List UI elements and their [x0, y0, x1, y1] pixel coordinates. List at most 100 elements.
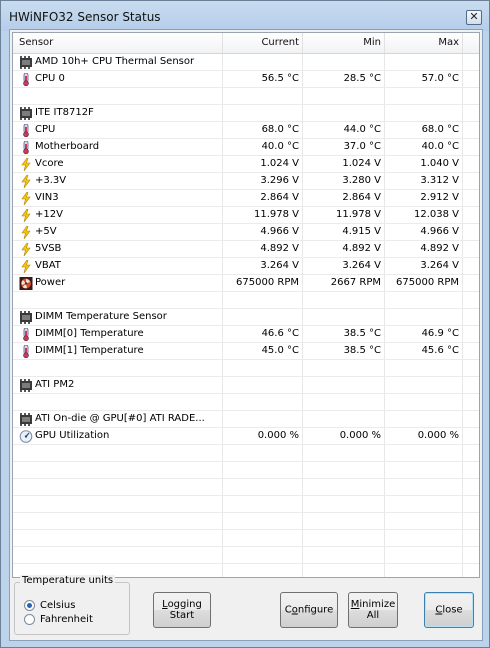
min-value-cell: 3.280 V [303, 173, 385, 189]
filler-cell [463, 190, 479, 206]
min-value-cell [303, 88, 385, 104]
empty-cell [385, 564, 463, 577]
configure-button[interactable]: Configure [280, 592, 338, 628]
blank-row[interactable] [13, 292, 479, 309]
max-value-cell [385, 377, 463, 393]
window-title: HWiNFO32 Sensor Status [9, 10, 161, 24]
filler-cell [463, 377, 479, 393]
column-header-sensor[interactable]: Sensor [13, 33, 223, 53]
current-value-cell: 4.892 V [223, 241, 303, 257]
current-value-cell: 40.0 °C [223, 139, 303, 155]
sensor-name-cell [13, 360, 223, 376]
filler-cell [463, 411, 479, 427]
sensor-name-cell: CPU 0 [13, 71, 223, 87]
sensor-row[interactable]: VIN3 2.864 V 2.864 V 2.912 V [13, 190, 479, 207]
current-value-cell: 68.0 °C [223, 122, 303, 138]
empty-cell [303, 462, 385, 478]
current-value-cell: 1.024 V [223, 156, 303, 172]
sensor-row[interactable]: Power 675000 RPM 2667 RPM 675000 RPM [13, 275, 479, 292]
empty-cell [223, 513, 303, 529]
sensor-name-cell: DIMM[1] Temperature [13, 343, 223, 359]
empty-cell [463, 513, 479, 529]
close-button[interactable]: Close [424, 592, 474, 628]
fahrenheit-radio[interactable] [24, 614, 35, 625]
blank-row[interactable] [13, 88, 479, 105]
min-value-cell: 3.264 V [303, 258, 385, 274]
sensor-row[interactable]: GPU Utilization 0.000 % 0.000 % 0.000 % [13, 428, 479, 445]
empty-cell [303, 496, 385, 512]
min-value-cell: 4.892 V [303, 241, 385, 257]
sensor-group-row[interactable]: AMD 10h+ CPU Thermal Sensor [13, 54, 479, 71]
min-value-cell: 2667 RPM [303, 275, 385, 291]
min-value-cell: 1.024 V [303, 156, 385, 172]
column-header-current[interactable]: Current [223, 33, 303, 53]
celsius-radio[interactable] [24, 600, 35, 611]
sensor-row[interactable]: CPU 0 56.5 °C 28.5 °C 57.0 °C [13, 71, 479, 88]
sensor-name-cell: +3.3V [13, 173, 223, 189]
sensor-row[interactable]: +5V 4.966 V 4.915 V 4.966 V [13, 224, 479, 241]
max-value-cell [385, 105, 463, 121]
filler-cell [463, 71, 479, 87]
filler-cell [463, 54, 479, 70]
sensor-row[interactable]: DIMM[0] Temperature 46.6 °C 38.5 °C 46.9 °C [13, 326, 479, 343]
blank-row[interactable] [13, 394, 479, 411]
blank-row[interactable] [13, 360, 479, 377]
filler-cell [463, 309, 479, 325]
sensor-row[interactable]: CPU 68.0 °C 44.0 °C 68.0 °C [13, 122, 479, 139]
sensor-group-row[interactable]: ATI On-die @ GPU[#0] ATI RADE... [13, 411, 479, 428]
empty-cell [385, 479, 463, 495]
sensor-name-cell: VIN3 [13, 190, 223, 206]
sensor-row[interactable]: DIMM[1] Temperature 45.0 °C 38.5 °C 45.6 °C [13, 343, 479, 360]
min-value-cell [303, 309, 385, 325]
max-value-cell: 40.0 °C [385, 139, 463, 155]
max-value-cell: 1.040 V [385, 156, 463, 172]
max-value-cell [385, 411, 463, 427]
title-bar[interactable]: HWiNFO32 Sensor Status ✕ [1, 1, 489, 31]
sensor-group-row[interactable]: ITE IT8712F [13, 105, 479, 122]
max-value-cell: 12.038 V [385, 207, 463, 223]
min-value-cell [303, 411, 385, 427]
min-value-cell [303, 394, 385, 410]
max-value-cell: 46.9 °C [385, 326, 463, 342]
sensor-row[interactable]: 5VSB 4.892 V 4.892 V 4.892 V [13, 241, 479, 258]
empty-cell [223, 547, 303, 563]
sensor-name-cell: ITE IT8712F [13, 105, 223, 121]
sensor-row[interactable]: Motherboard 40.0 °C 37.0 °C 40.0 °C [13, 139, 479, 156]
sensor-group-row[interactable]: DIMM Temperature Sensor [13, 309, 479, 326]
title-close-button[interactable]: ✕ [466, 10, 482, 25]
configure-label: Configure [284, 604, 334, 616]
sensor-row[interactable]: +3.3V 3.296 V 3.280 V 3.312 V [13, 173, 479, 190]
sensor-name-cell: AMD 10h+ CPU Thermal Sensor [13, 54, 223, 70]
current-value-cell: 11.978 V [223, 207, 303, 223]
logging-start-button[interactable]: Logging Start [153, 592, 211, 628]
sensor-name-cell: VBAT [13, 258, 223, 274]
max-value-cell: 3.312 V [385, 173, 463, 189]
max-value-cell [385, 394, 463, 410]
empty-cell [303, 445, 385, 461]
empty-cell [385, 496, 463, 512]
sensor-rows: AMD 10h+ CPU Thermal Sensor CPU 0 56.5 °C 2… [13, 54, 479, 577]
sensor-row[interactable]: +12V 11.978 V 11.978 V 12.038 V [13, 207, 479, 224]
empty-cell [13, 547, 223, 563]
close-label: Close [435, 604, 463, 616]
max-value-cell: 2.912 V [385, 190, 463, 206]
sensor-name-cell: DIMM[0] Temperature [13, 326, 223, 342]
empty-cell [385, 547, 463, 563]
empty-cell [13, 479, 223, 495]
logging-start-label-line1: Logging [162, 599, 202, 610]
sensor-row[interactable]: VBAT 3.264 V 3.264 V 3.264 V [13, 258, 479, 275]
minimize-all-label-line1: Minimize [350, 599, 396, 610]
max-value-cell [385, 88, 463, 104]
minimize-all-button[interactable]: Minimize All [348, 592, 398, 628]
empty-cell [463, 462, 479, 478]
min-value-cell [303, 360, 385, 376]
sensor-group-row[interactable]: ATI PM2 [13, 377, 479, 394]
column-header-min[interactable]: Min [303, 33, 385, 53]
column-header-max[interactable]: Max [385, 33, 463, 53]
sensor-name-cell [13, 88, 223, 104]
sensor-row[interactable]: Vcore 1.024 V 1.024 V 1.040 V [13, 156, 479, 173]
sensor-name-cell: CPU [13, 122, 223, 138]
sensor-name-cell: +5V [13, 224, 223, 240]
sensor-list[interactable]: Sensor Current Min Max AMD 10h+ CPU Ther… [12, 32, 480, 578]
filler-cell [463, 173, 479, 189]
